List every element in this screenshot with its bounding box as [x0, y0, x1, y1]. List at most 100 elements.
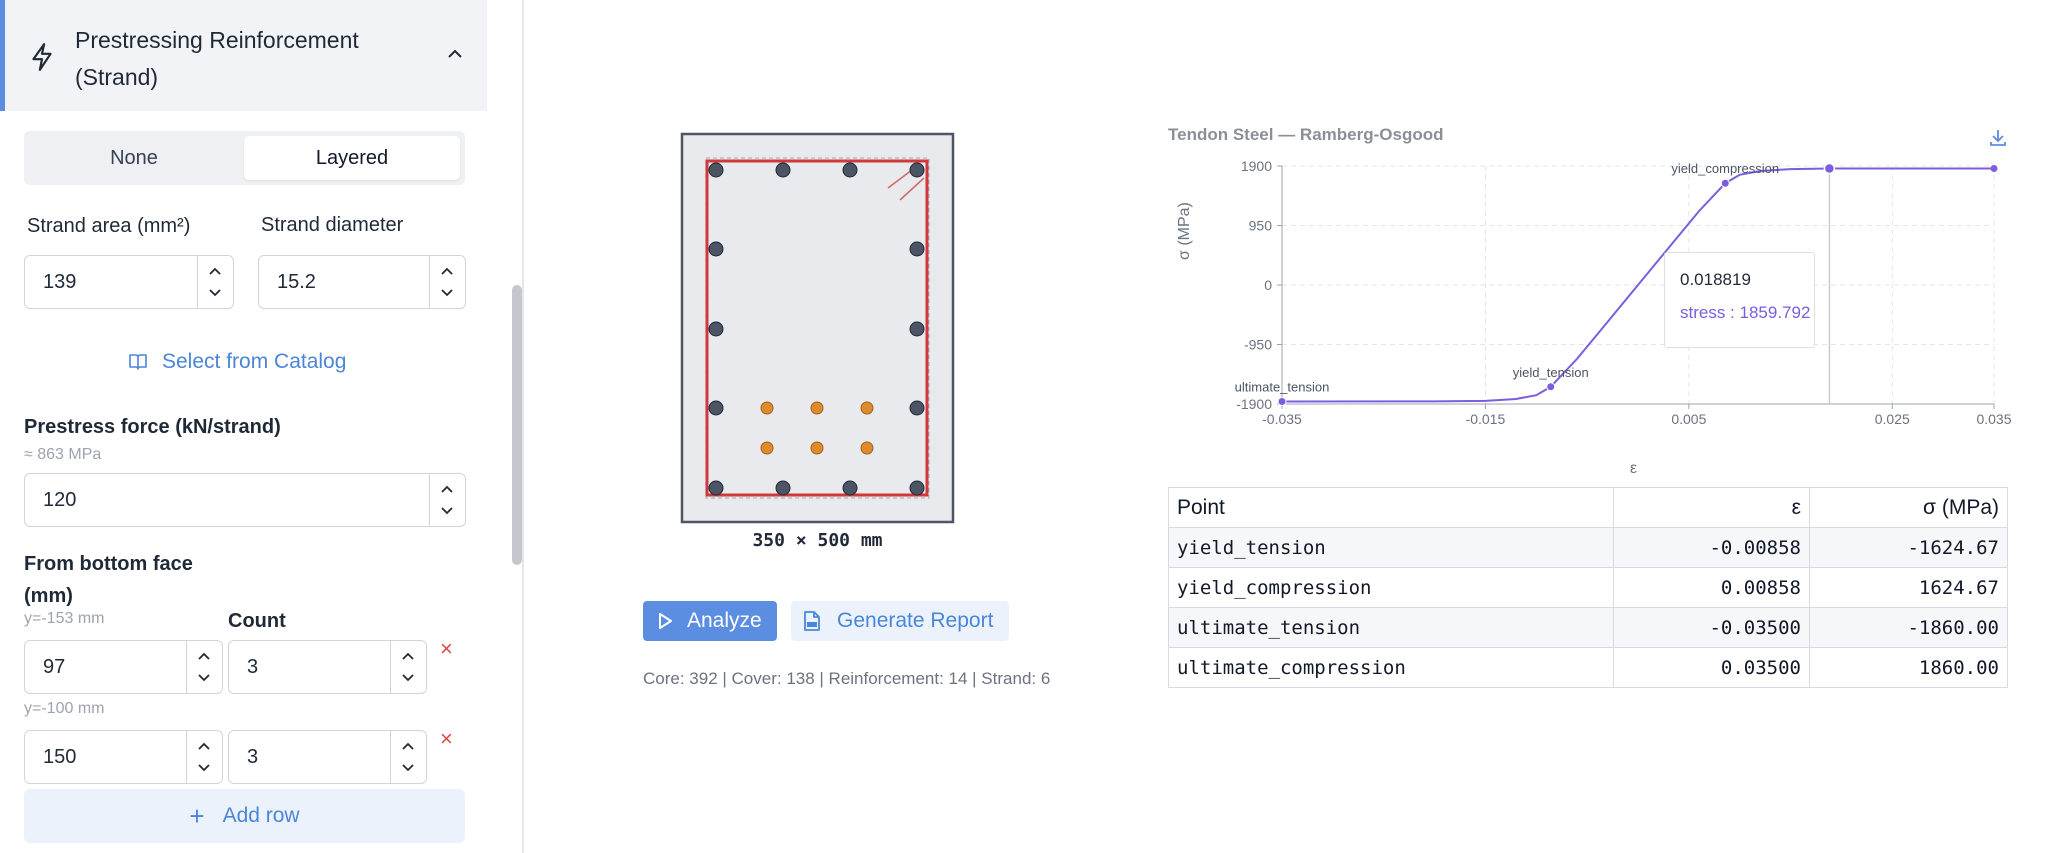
- stress-cell: -1624.67: [1809, 527, 2008, 568]
- y-tick-label: 1900: [1241, 158, 1272, 174]
- strand: [810, 441, 824, 455]
- strain-cell: 0.00858: [1613, 567, 1810, 608]
- highlight-point: [1823, 162, 1836, 175]
- layer-2-from-bottom-stepper[interactable]: [186, 731, 222, 783]
- from-bottom-label: From bottom face (mm): [24, 553, 193, 607]
- annotation-point: [1720, 178, 1730, 188]
- point-cell: ultimate_tension: [1168, 607, 1614, 648]
- delete-layer-2-button[interactable]: ×: [440, 726, 453, 752]
- col-strain-header: ε: [1613, 487, 1810, 528]
- strand-diameter-value: 15.2: [277, 271, 316, 293]
- stress-cell: -1860.00: [1809, 607, 2008, 648]
- table-row: yield_tension -0.00858 -1624.67: [1168, 527, 2008, 568]
- strain-cell: -0.03500: [1613, 607, 1810, 648]
- rebar: [708, 321, 724, 337]
- rebar: [708, 241, 724, 257]
- generate-report-button[interactable]: Generate Report: [791, 601, 1009, 641]
- point-cell: ultimate_compression: [1168, 647, 1614, 688]
- strand-area-stepper[interactable]: [197, 256, 233, 308]
- cross-section-diagram: [680, 132, 955, 524]
- chevron-up-icon[interactable]: [197, 741, 211, 751]
- chevron-down-icon[interactable]: [401, 673, 415, 683]
- rebar: [842, 162, 858, 178]
- layer-1-hint: y=-153 mm: [24, 610, 105, 627]
- x-tick-label: 0.035: [1976, 411, 2011, 427]
- strain-cell: -0.00858: [1613, 527, 1810, 568]
- layer-1-from-bottom-input[interactable]: 97: [24, 640, 223, 694]
- x-tick-label: -0.035: [1262, 411, 1302, 427]
- strand-area-label: Strand area (mm²): [27, 215, 191, 237]
- strand-diameter-label: Strand diameter: [261, 214, 404, 236]
- strain-cell: 0.03500: [1613, 647, 1810, 688]
- analyze-button[interactable]: Analyze: [643, 601, 777, 641]
- chevron-down-icon[interactable]: [440, 506, 454, 516]
- chevron-down-icon[interactable]: [401, 763, 415, 773]
- mesh-stats: Core: 392 | Cover: 138 | Reinforcement: …: [643, 669, 1051, 688]
- key-points-table: Point ε σ (MPa) yield_tension -0.00858 -…: [1168, 487, 2008, 688]
- annotation-point: [1277, 396, 1287, 406]
- chevron-up-icon[interactable]: [208, 266, 222, 276]
- prestress-force-input[interactable]: 120: [24, 473, 466, 527]
- layer-1-count-stepper[interactable]: [390, 641, 426, 693]
- prestress-force-stepper[interactable]: [429, 474, 465, 526]
- layer-1-from-bottom-stepper[interactable]: [186, 641, 222, 693]
- x-axis-label: ε: [1630, 460, 1638, 477]
- rebar: [909, 480, 925, 496]
- chevron-up-icon[interactable]: [197, 651, 211, 661]
- layer-1-count-input[interactable]: 3: [228, 640, 427, 694]
- chevron-up-icon[interactable]: [401, 651, 415, 661]
- add-row-label: Add row: [222, 804, 300, 827]
- strand-area-value: 139: [43, 271, 77, 293]
- add-row-button[interactable]: + Add row: [24, 789, 465, 843]
- chevron-up-icon[interactable]: [440, 266, 454, 276]
- strand-area-input[interactable]: 139: [24, 255, 234, 309]
- play-icon: [659, 613, 672, 629]
- prestress-force-value: 120: [43, 489, 77, 511]
- mode-none-button[interactable]: None: [28, 136, 240, 180]
- prestressing-section-header[interactable]: Prestressing Reinforcement (Strand): [0, 0, 487, 111]
- generate-report-label: Generate Report: [837, 609, 994, 632]
- download-icon[interactable]: [1988, 127, 2008, 147]
- chevron-up-icon[interactable]: [445, 44, 465, 64]
- bolt-icon: [32, 43, 52, 71]
- annotation-label: yield_tension: [1513, 365, 1589, 380]
- chevron-up-icon[interactable]: [401, 741, 415, 751]
- x-tick-label: 0.025: [1875, 411, 1910, 427]
- stress-cell: 1860.00: [1809, 647, 2008, 688]
- layer-2-from-bottom-input[interactable]: 150: [24, 730, 223, 784]
- delete-layer-1-button[interactable]: ×: [440, 636, 453, 662]
- y-tick-label: -950: [1244, 337, 1272, 353]
- section-title: Prestressing Reinforcement (Strand): [75, 27, 359, 90]
- analyze-label: Analyze: [687, 609, 762, 632]
- chevron-down-icon[interactable]: [440, 288, 454, 298]
- annotation-point: [1546, 382, 1556, 392]
- pdf-file-icon: [804, 611, 820, 631]
- x-tick-label: 0.005: [1671, 411, 1706, 427]
- table-row: ultimate_compression 0.03500 1860.00: [1168, 647, 2008, 688]
- table-row: ultimate_tension -0.03500 -1860.00: [1168, 607, 2008, 648]
- book-icon: [129, 354, 147, 370]
- sidebar-scrollbar[interactable]: [512, 285, 522, 565]
- chevron-down-icon[interactable]: [197, 673, 211, 683]
- chart-tooltip: 0.018819 stress : 1859.792: [1664, 252, 1815, 348]
- chevron-down-icon[interactable]: [197, 763, 211, 773]
- stress-strain-chart: -0.035 -0.015 0.005 0.025 0.035 1900 950 0 -950 -…: [1235, 158, 2012, 427]
- col-point-header: Point: [1168, 487, 1614, 528]
- layer-2-count-input[interactable]: 3: [228, 730, 427, 784]
- strand: [760, 441, 774, 455]
- chevron-up-icon[interactable]: [440, 484, 454, 494]
- chevron-down-icon[interactable]: [208, 288, 222, 298]
- layer-1-count-value: 3: [247, 656, 259, 678]
- y-tick-label: 950: [1249, 218, 1273, 234]
- strand-diameter-stepper[interactable]: [429, 256, 465, 308]
- y-axis-label: σ (MPa): [1176, 202, 1193, 260]
- layer-2-count-stepper[interactable]: [390, 731, 426, 783]
- table-header-row: Point ε σ (MPa): [1168, 487, 2008, 528]
- tooltip-x-value: 0.018819: [1680, 270, 1751, 289]
- layer-2-from-bottom-value: 150: [43, 746, 77, 768]
- mode-layered-button[interactable]: Layered: [244, 136, 460, 180]
- strand-diameter-input[interactable]: 15.2: [258, 255, 466, 309]
- section-dimensions: 350 × 500 mm: [752, 530, 883, 551]
- y-tick-label: -1900: [1236, 396, 1272, 412]
- select-from-catalog-link[interactable]: Select from Catalog: [128, 350, 346, 374]
